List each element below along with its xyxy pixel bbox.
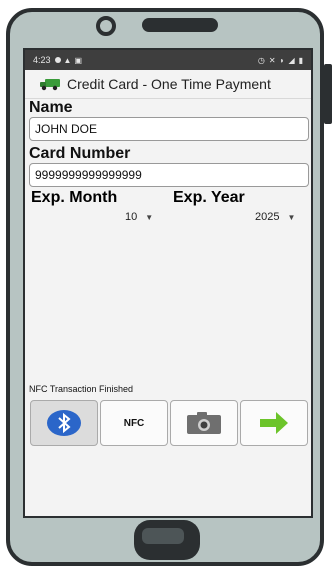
bluetooth-icon	[47, 410, 81, 436]
nfc-button-label: NFC	[123, 417, 145, 429]
bluetooth-button[interactable]	[30, 400, 98, 446]
side-button	[324, 64, 332, 124]
signal-icon: ◢	[288, 55, 295, 65]
camera-button[interactable]	[170, 400, 238, 446]
expiry-section: Exp. Month Exp. Year 10 ▼ 2025 ▼	[29, 187, 311, 337]
home-button[interactable]	[134, 520, 200, 560]
nfc-button[interactable]: NFC	[100, 400, 168, 446]
status-bar: 4:23 ▲ ▣ ◷ ✕ ◗ ◢ ▮	[25, 50, 311, 70]
app-notification-icon: ▲	[63, 55, 72, 65]
nfc-status-text: NFC Transaction Finished	[29, 384, 134, 394]
next-button[interactable]	[240, 400, 308, 446]
card-number-field[interactable]: 9999999999999999	[29, 163, 309, 187]
front-camera	[96, 16, 116, 36]
earpiece-speaker	[142, 18, 218, 32]
chevron-down-icon: ▼	[145, 212, 154, 222]
status-time: 4:23	[33, 55, 51, 65]
action-button-row: NFC	[30, 400, 308, 446]
image-notification-icon: ▣	[74, 55, 83, 65]
notification-icon	[54, 57, 61, 63]
name-field[interactable]: JOHN DOE	[29, 117, 309, 141]
camera-icon	[187, 412, 221, 434]
battery-icon: ▮	[298, 55, 303, 65]
home-button-inner	[142, 528, 184, 544]
exp-year-value: 2025	[255, 211, 280, 223]
truck-icon	[40, 79, 60, 91]
app-titlebar: Credit Card - One Time Payment	[25, 70, 311, 99]
alarm-icon: ◷	[257, 55, 265, 65]
name-label: Name	[29, 99, 73, 116]
mute-icon: ✕	[268, 55, 276, 65]
exp-month-select[interactable]: 10 ▼	[125, 211, 153, 223]
card-number-label: Card Number	[29, 145, 131, 162]
exp-month-value: 10	[125, 211, 138, 223]
chevron-down-icon: ▼	[287, 212, 296, 222]
payment-form: Name JOHN DOE Card Number 99999999999999…	[25, 99, 311, 337]
wifi-icon: ◗	[279, 55, 285, 65]
exp-year-label: Exp. Year	[173, 189, 245, 206]
exp-month-label: Exp. Month	[31, 189, 118, 206]
phone-screen: 4:23 ▲ ▣ ◷ ✕ ◗ ◢ ▮ Credit Card - One Tim…	[23, 48, 313, 518]
exp-year-select[interactable]: 2025 ▼	[255, 211, 295, 223]
arrow-right-icon	[260, 412, 288, 434]
page-title: Credit Card - One Time Payment	[67, 76, 271, 92]
